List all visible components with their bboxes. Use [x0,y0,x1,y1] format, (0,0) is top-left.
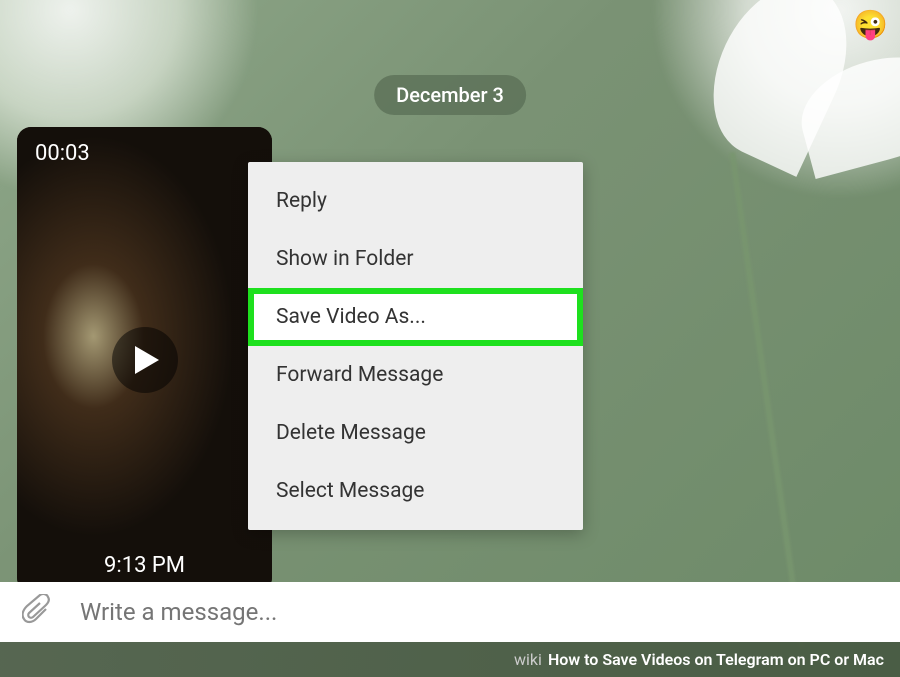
bg-stem [729,152,805,648]
play-button[interactable] [112,327,178,393]
attach-icon[interactable] [22,594,52,630]
play-icon [135,346,159,374]
menu-item-delete-message[interactable]: Delete Message [248,404,583,462]
menu-item-show-in-folder[interactable]: Show in Folder [248,230,583,288]
video-timestamp: 9:13 PM [104,553,185,578]
video-duration: 00:03 [35,141,90,166]
video-message[interactable]: 00:03 9:13 PM [17,127,272,592]
sticker-emoji: 😜 [853,8,888,41]
banner-brand: wiki [514,650,542,669]
message-input[interactable] [80,598,878,626]
menu-item-select-message[interactable]: Select Message [248,462,583,520]
menu-item-save-video-as[interactable]: Save Video As... [248,288,583,346]
banner-title: How to Save Videos on Telegram on PC or … [548,650,884,669]
wikihow-banner: wiki How to Save Videos on Telegram on P… [0,642,900,677]
menu-item-forward-message[interactable]: Forward Message [248,346,583,404]
message-input-bar [0,582,900,642]
context-menu: Reply Show in Folder Save Video As... Fo… [248,162,583,530]
date-divider: December 3 [374,75,526,115]
menu-item-reply[interactable]: Reply [248,172,583,230]
